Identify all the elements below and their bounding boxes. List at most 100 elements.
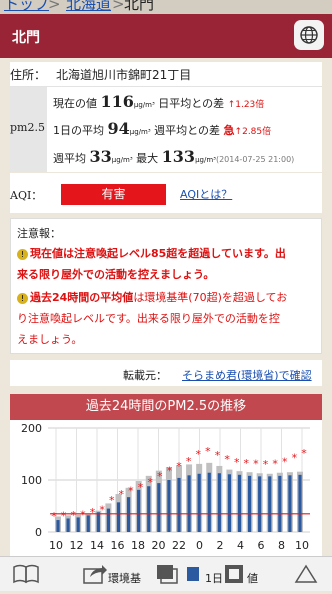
marker-point: * xyxy=(167,465,173,478)
one-day-label[interactable]: 1日 xyxy=(205,570,223,586)
x-tick-label: 14 xyxy=(90,539,104,552)
caution-box: 注意報： ! 現在値は注意喚起レベル85超を超過しています。出 来る限り屋外での活… xyxy=(10,218,322,354)
bar xyxy=(298,474,302,532)
marker-point: * xyxy=(90,506,96,519)
x-tick-label: 2 xyxy=(217,539,224,552)
pm25-values: 現在の値 116μg/m³ 日平均との差 ↑1.23倍 1日の平均 94μg/m… xyxy=(47,87,322,172)
marker-point: * xyxy=(224,453,230,466)
caution-message-2-cont: り注意喚起レベルです。出来る限り屋外での活動を控 xyxy=(17,310,280,326)
env-standard-label[interactable]: 環境基 xyxy=(108,570,141,586)
bar xyxy=(237,474,242,532)
bar xyxy=(56,520,60,532)
bar xyxy=(66,518,70,532)
marker-point: * xyxy=(292,452,298,465)
bar xyxy=(177,477,181,532)
weekly-avg-value: 33 xyxy=(89,147,112,166)
triangle-up-icon[interactable] xyxy=(294,563,318,585)
marker-point: * xyxy=(234,456,240,469)
bar xyxy=(288,475,292,532)
bar xyxy=(126,497,131,532)
y-tick-label: 0 xyxy=(35,526,42,539)
warning-icon: ! xyxy=(17,293,28,304)
x-tick-label: 22 xyxy=(172,539,186,552)
daily-avg-value: 94 xyxy=(107,119,130,138)
bar xyxy=(217,473,221,532)
marker-point: * xyxy=(215,449,221,462)
daily-avg-label: 1日の平均 xyxy=(53,124,104,137)
unit: μg/m³ xyxy=(111,156,133,164)
x-tick-label: 20 xyxy=(152,539,166,552)
aqi-info-link[interactable]: AQIとは？ xyxy=(180,186,232,202)
bar xyxy=(137,489,141,532)
tabs-icon[interactable] xyxy=(155,563,179,585)
caution-text: り注意喚起レベルです。出来る限り屋外での活動を控 xyxy=(17,312,280,325)
bottom-toolbar: 環境基 1日 値 xyxy=(0,556,332,591)
unit: μg/m³ xyxy=(129,128,151,136)
marker-point: * xyxy=(195,448,201,461)
breadcrumb-hokkaido-link[interactable]: 北海道 xyxy=(66,0,111,14)
max-value: 133 xyxy=(161,147,196,166)
address-value: 北海道旭川市錦町21丁目 xyxy=(56,68,192,82)
caution-message-1: ! 現在値は注意喚起レベル85超を超過しています。出 xyxy=(17,245,286,261)
bar xyxy=(227,474,232,532)
bar xyxy=(157,483,161,532)
pm25-label: pm2.5 xyxy=(10,121,45,134)
pm25-label-cell: pm2.5 xyxy=(10,87,47,172)
bar xyxy=(258,476,262,532)
daily-average-line: 1日の平均 94μg/m³ 週平均との差 急↑2.85倍 xyxy=(53,119,271,138)
day-toggle-icon[interactable] xyxy=(183,563,201,585)
marker-point: * xyxy=(128,484,134,497)
weekly-diff-label: 週平均との差 xyxy=(154,124,221,137)
caution-text: は環境基準(70超)を超過してお xyxy=(133,291,288,304)
source-label: 転載元： xyxy=(123,369,167,382)
caution-message-1-cont: 来る限り屋外での活動を控えましょう。 xyxy=(17,266,214,282)
address-row: 住所： 北海道旭川市錦町21丁目 xyxy=(10,62,322,87)
x-tick-label: 10 xyxy=(49,539,63,552)
bar xyxy=(187,475,191,532)
marker-point: * xyxy=(282,455,288,468)
x-tick-label: 10 xyxy=(295,539,309,552)
value-mode-label[interactable]: 値 xyxy=(247,570,258,586)
x-tick-label: 18 xyxy=(131,539,145,552)
x-tick-label: 6 xyxy=(258,539,265,552)
marker-point: * xyxy=(70,509,76,522)
caution-text: は注意喚起レベル85超を超過しています。出 xyxy=(63,247,286,260)
source-row: 転載元： そらまめ君(環境省)で確認 xyxy=(10,360,322,386)
caution-message-2: ! 過去24時間の平均値は環境基準(70超)を超過してお xyxy=(17,289,287,305)
bar xyxy=(116,502,121,532)
max-label: 最大 xyxy=(136,152,159,165)
breadcrumb: トップ > 北海道 > 北門 xyxy=(0,0,332,14)
y-tick-label: 100 xyxy=(21,474,42,487)
y-tick-label: 200 xyxy=(21,422,42,435)
caution-text: 来る限り屋外での活動を控えましょう。 xyxy=(17,268,215,281)
warning-icon: ! xyxy=(17,249,28,260)
source-link[interactable]: そらまめ君(環境省)で確認 xyxy=(182,367,312,383)
marker-point: * xyxy=(109,494,115,507)
marker-point: * xyxy=(80,508,86,521)
x-tick-label: 16 xyxy=(111,539,125,552)
language-button[interactable] xyxy=(294,20,324,50)
marker-point: * xyxy=(244,457,250,470)
x-tick-label: 12 xyxy=(70,539,84,552)
weekly-avg-label: 週平均 xyxy=(53,152,86,165)
marker-point: * xyxy=(119,488,125,501)
unit: μg/m³ xyxy=(195,156,216,164)
chart-title: 過去24時間のPM2.5の推移 xyxy=(10,394,322,420)
marker-point: * xyxy=(186,455,192,468)
caution-message-2-end: えましょう。 xyxy=(17,331,82,347)
bar xyxy=(247,475,252,532)
bar xyxy=(147,486,151,532)
marker-point: * xyxy=(51,510,57,523)
weekly-average-line: 週平均 33μg/m³ 最大 133μg/m³(2014-07-25 21:00… xyxy=(53,147,294,166)
aqi-label: AQI： xyxy=(10,189,43,202)
caution-text: えましょう。 xyxy=(17,333,83,346)
marker-point: * xyxy=(253,457,259,470)
share-icon[interactable] xyxy=(82,563,108,585)
breadcrumb-separator: > xyxy=(48,0,61,13)
address-label: 住所： xyxy=(10,68,47,82)
tab-icon[interactable] xyxy=(223,563,245,585)
bar xyxy=(197,473,201,532)
book-icon[interactable] xyxy=(12,563,40,585)
breadcrumb-top-link[interactable]: トップ xyxy=(4,0,49,14)
breadcrumb-separator: > xyxy=(112,0,125,13)
